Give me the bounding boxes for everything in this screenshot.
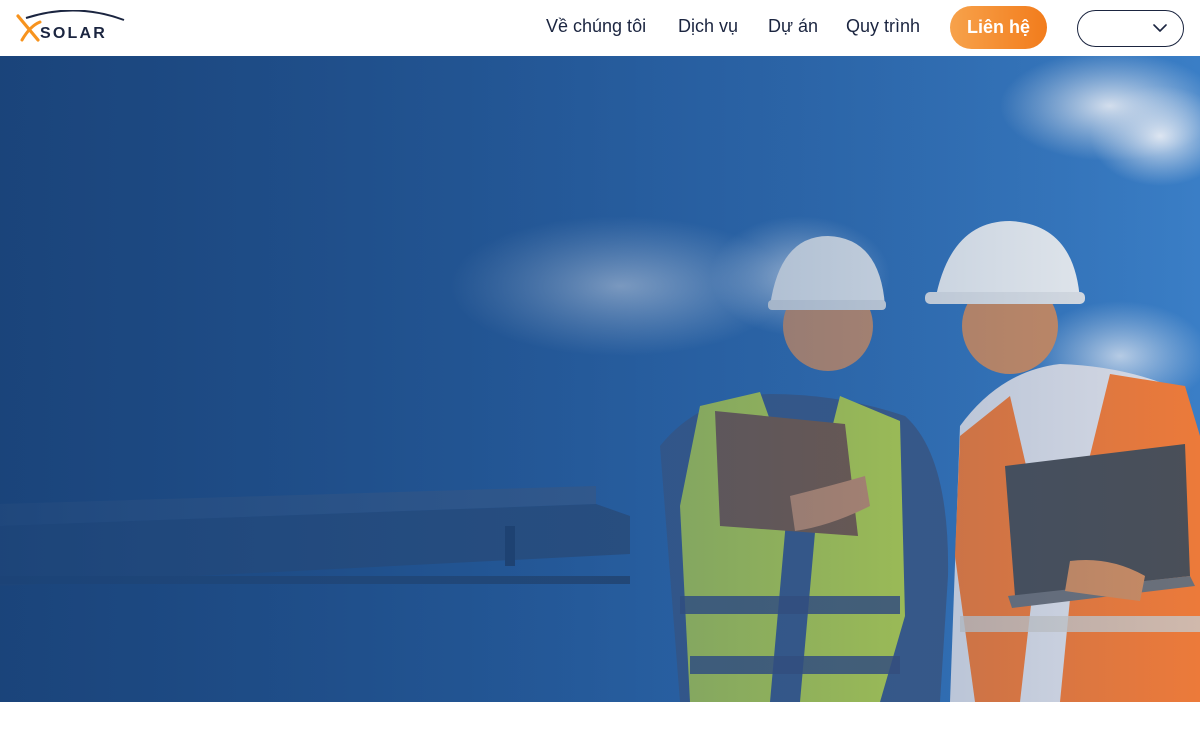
nav-services[interactable]: Dịch vụ xyxy=(678,15,738,37)
site-header: SOLAR Về chúng tôi Dịch vụ Dự án Quy trì… xyxy=(0,0,1200,56)
nav-about[interactable]: Về chúng tôi xyxy=(546,15,646,37)
solar-logo[interactable]: SOLAR xyxy=(16,10,128,44)
hero-banner xyxy=(0,56,1200,702)
hero-image xyxy=(0,56,1200,702)
language-select[interactable] xyxy=(1077,10,1184,47)
chevron-down-icon xyxy=(1153,24,1167,32)
nav-projects[interactable]: Dự án xyxy=(768,15,818,37)
nav-process[interactable]: Quy trình xyxy=(846,15,920,37)
contact-button[interactable]: Liên hệ xyxy=(950,6,1047,49)
page-content-start xyxy=(0,702,1200,750)
logo-text: SOLAR xyxy=(40,25,107,42)
